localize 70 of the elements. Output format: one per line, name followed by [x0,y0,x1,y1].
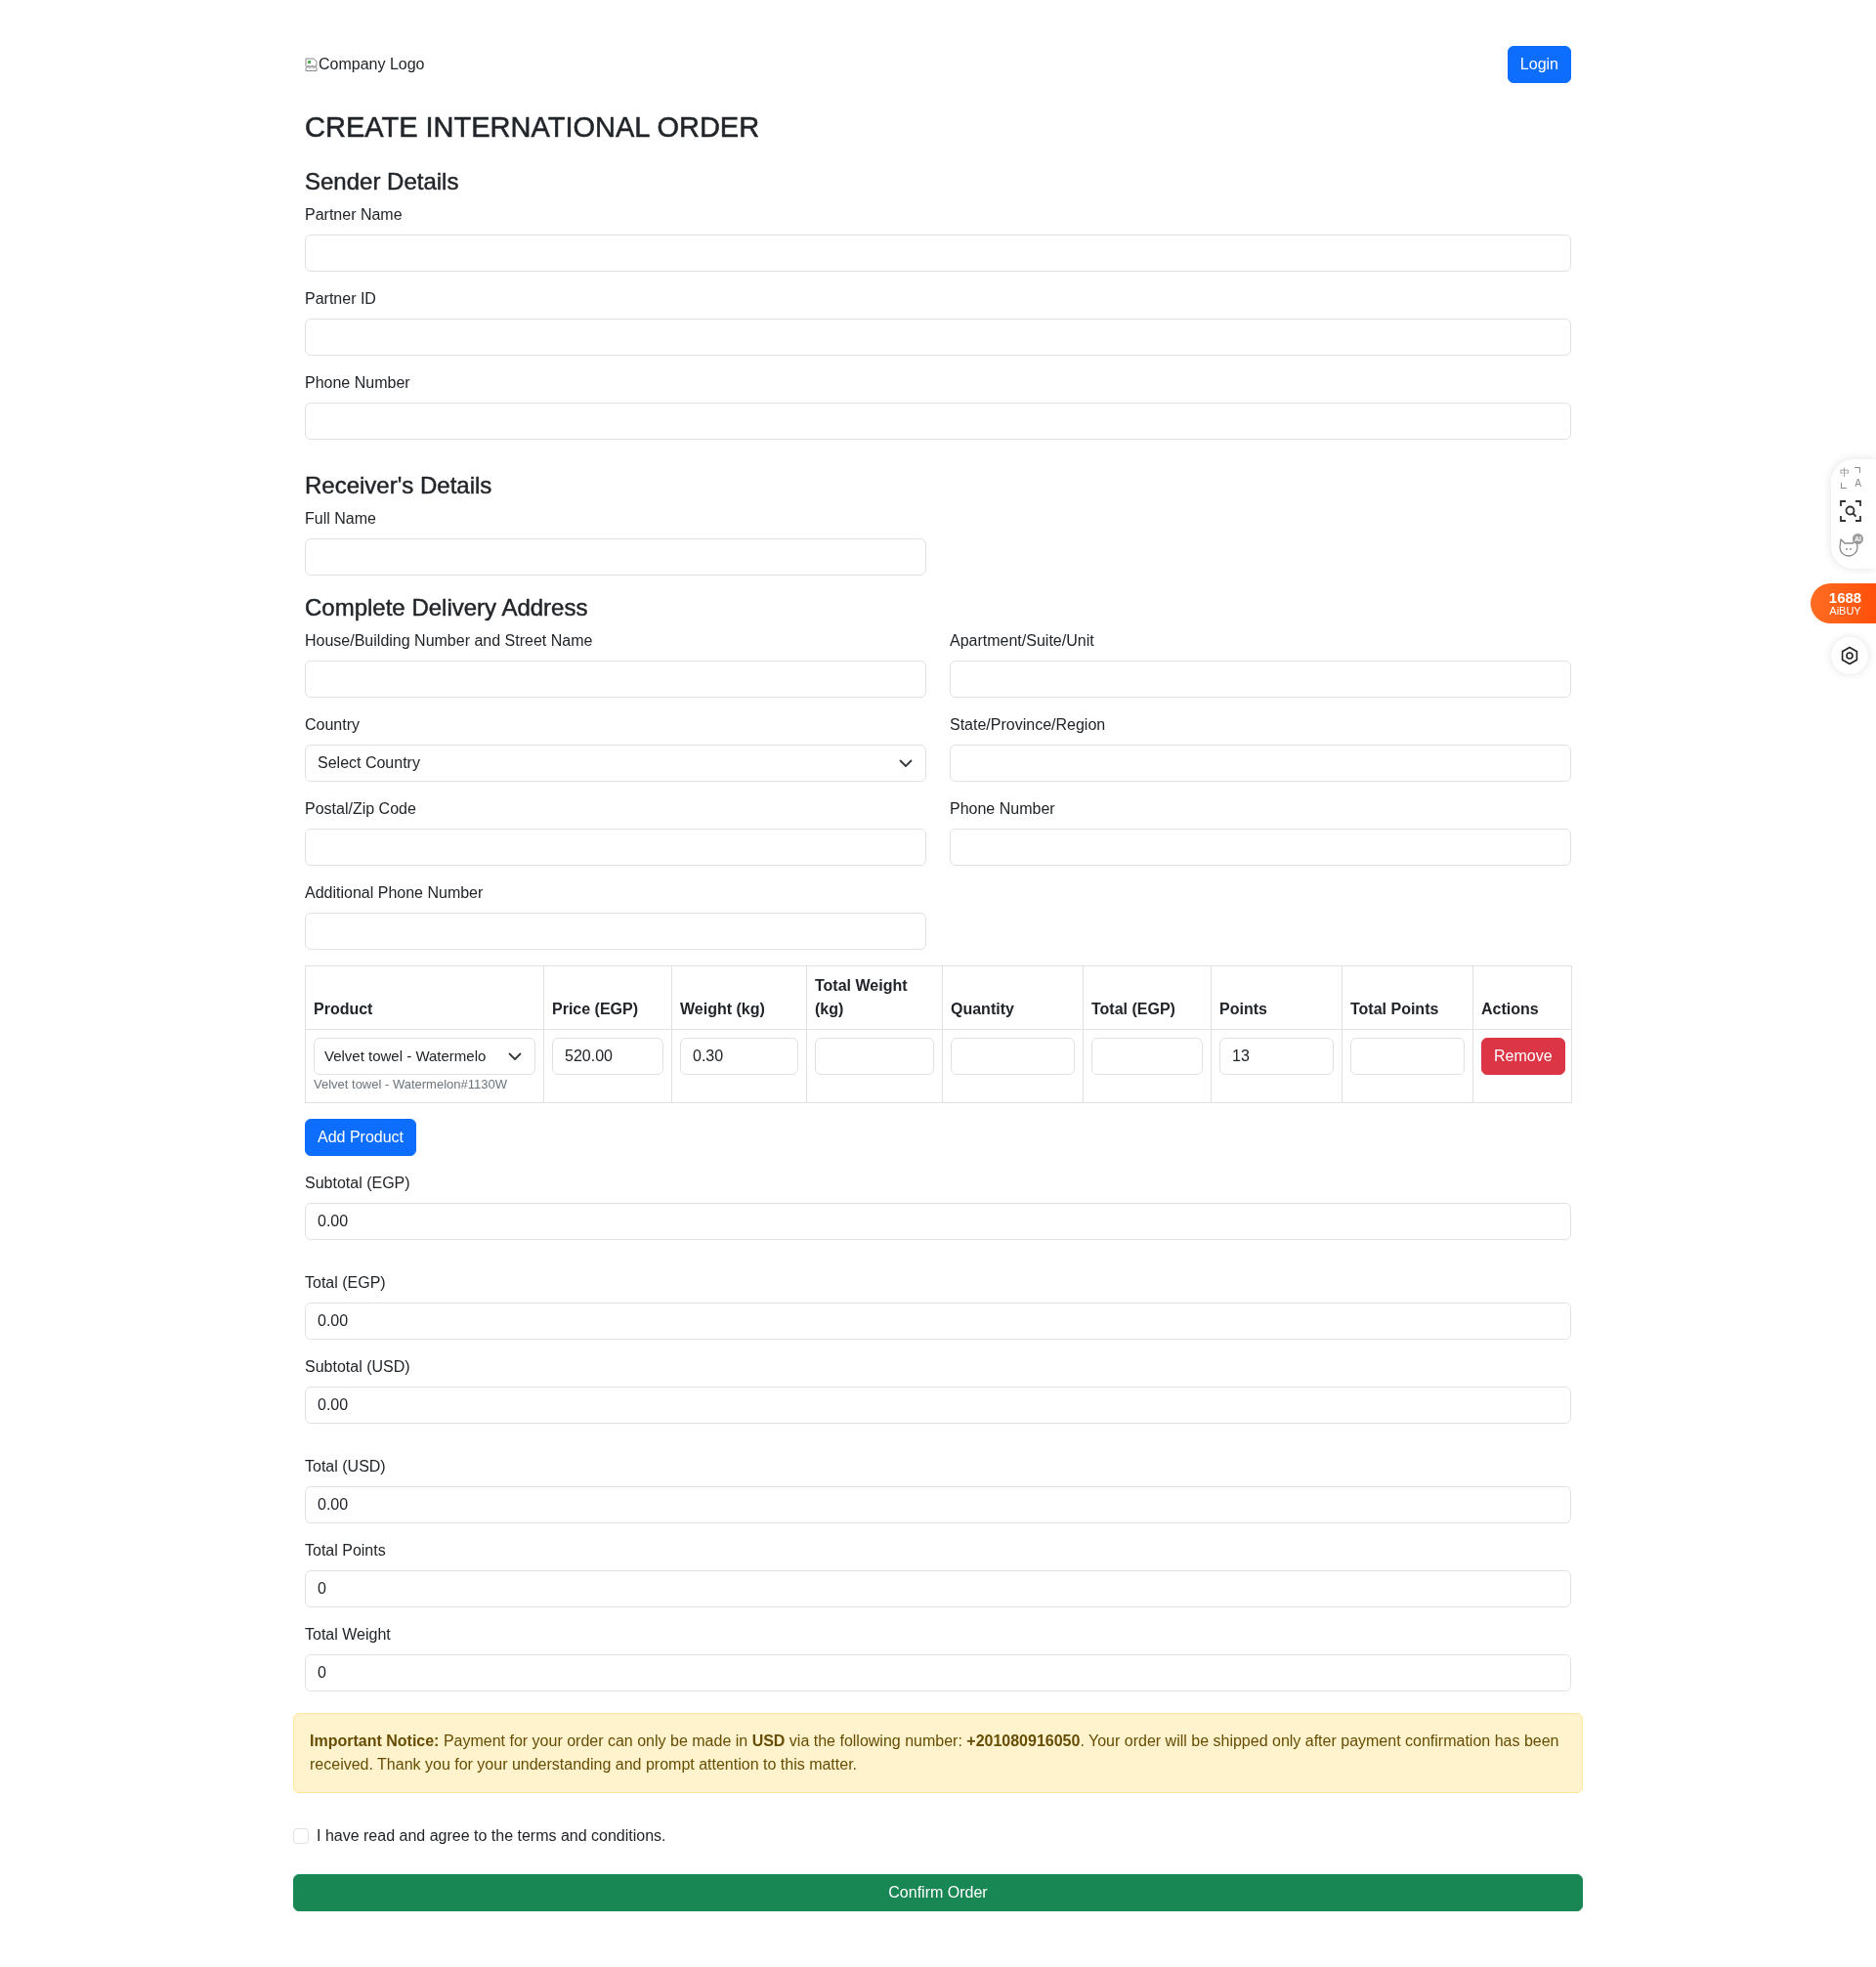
column-header: Quantity [942,965,1084,1030]
section-heading: Receiver's Details [305,471,493,499]
field-label: Total Points [305,1540,386,1561]
terms-label: I have read and agree to the terms and conditions. [317,1825,666,1846]
text-field[interactable]: 0.30 [680,1038,798,1075]
field-label: Phone Number [305,373,410,393]
field-label: Postal/Zip Code [305,799,416,819]
important-notice: Important Notice: Payment for your order can only be made in USD via the following number: +201080916050. Your order will be shipped only after payment confirmation has been received. Thank you for your understanding and prompt attention to this matter. [293,1712,1583,1793]
text-field[interactable] [305,661,926,698]
column-header: Actions [1472,965,1572,1030]
text-field[interactable] [305,235,1571,272]
text-field[interactable]: 0.00 [305,1485,1571,1523]
column-header: Price (EGP) [543,965,672,1030]
field-label: Subtotal (USD) [305,1356,410,1377]
column-header: Points [1211,965,1343,1030]
field-label: Phone Number [950,799,1055,819]
field-label: Total (USD) [305,1456,386,1476]
remove-button[interactable]: Remove [1481,1038,1565,1075]
confirm-order-button[interactable]: Confirm Order [293,1873,1583,1911]
text-field[interactable]: 0 [305,1653,1571,1691]
field-label: Subtotal (EGP) [305,1173,410,1193]
section-heading: Complete Delivery Address [305,593,589,621]
product-select[interactable]: Velvet towel - Watermelo [314,1038,535,1075]
text-field[interactable] [305,913,926,950]
section-heading: Sender Details [305,167,460,195]
text-field[interactable]: 0.00 [305,1302,1571,1340]
text-field[interactable] [305,538,926,576]
product-note: Velvet towel - Watermelon#1130W [314,1076,507,1093]
text-field[interactable] [305,403,1571,440]
column-header: Total (EGP) [1083,965,1212,1030]
text-field[interactable]: 13 [1219,1038,1334,1075]
column-header: Total Points [1342,965,1473,1030]
country-select[interactable]: Select Country [305,745,926,782]
text-field[interactable] [950,745,1571,782]
column-header: Weight (kg) [671,965,807,1030]
field-label: Total Weight [305,1624,391,1645]
column-header: Product [305,965,544,1030]
text-field[interactable] [815,1038,934,1075]
page-title: CREATE INTERNATIONAL ORDER [305,110,761,145]
login-button[interactable]: Login [1507,46,1571,83]
text-field[interactable]: 0.00 [305,1202,1571,1240]
text-field[interactable]: 520.00 [552,1038,663,1075]
field-label: Full Name [305,509,376,529]
text-field[interactable] [951,1038,1075,1075]
text-field[interactable] [305,829,926,866]
field-label: Additional Phone Number [305,883,484,903]
translate-button[interactable]: 中 A [1840,467,1861,489]
text-field[interactable] [1091,1038,1203,1075]
text-field[interactable] [305,319,1571,356]
text-field[interactable] [950,829,1571,866]
text-field[interactable]: 0.00 [305,1386,1571,1424]
text-field[interactable]: 0 [305,1569,1571,1607]
field-label: House/Building Number and Street Name [305,631,593,651]
text-field[interactable] [1350,1038,1465,1075]
field-label: Partner Name [305,205,403,225]
add-product-button[interactable]: Add Product [305,1118,417,1156]
settings-button[interactable] [1831,637,1868,674]
field-label: Total (EGP) [305,1272,386,1293]
field-label: Apartment/Suite/Unit [950,631,1094,651]
terms-checkbox[interactable] [293,1827,309,1844]
field-label: Partner ID [305,289,376,309]
settings-icon [1840,646,1859,665]
column-header: Total Weight (kg) [806,965,943,1030]
field-label: Country [305,715,361,735]
field-label: State/Province/Region [950,715,1106,735]
screen-search-icon[interactable] [1840,500,1861,522]
cat-face-icon[interactable] [1838,537,1859,557]
text-field[interactable] [950,661,1571,698]
logo-alt-text: Company Logo [319,55,425,74]
broken-image-icon [305,58,318,71]
